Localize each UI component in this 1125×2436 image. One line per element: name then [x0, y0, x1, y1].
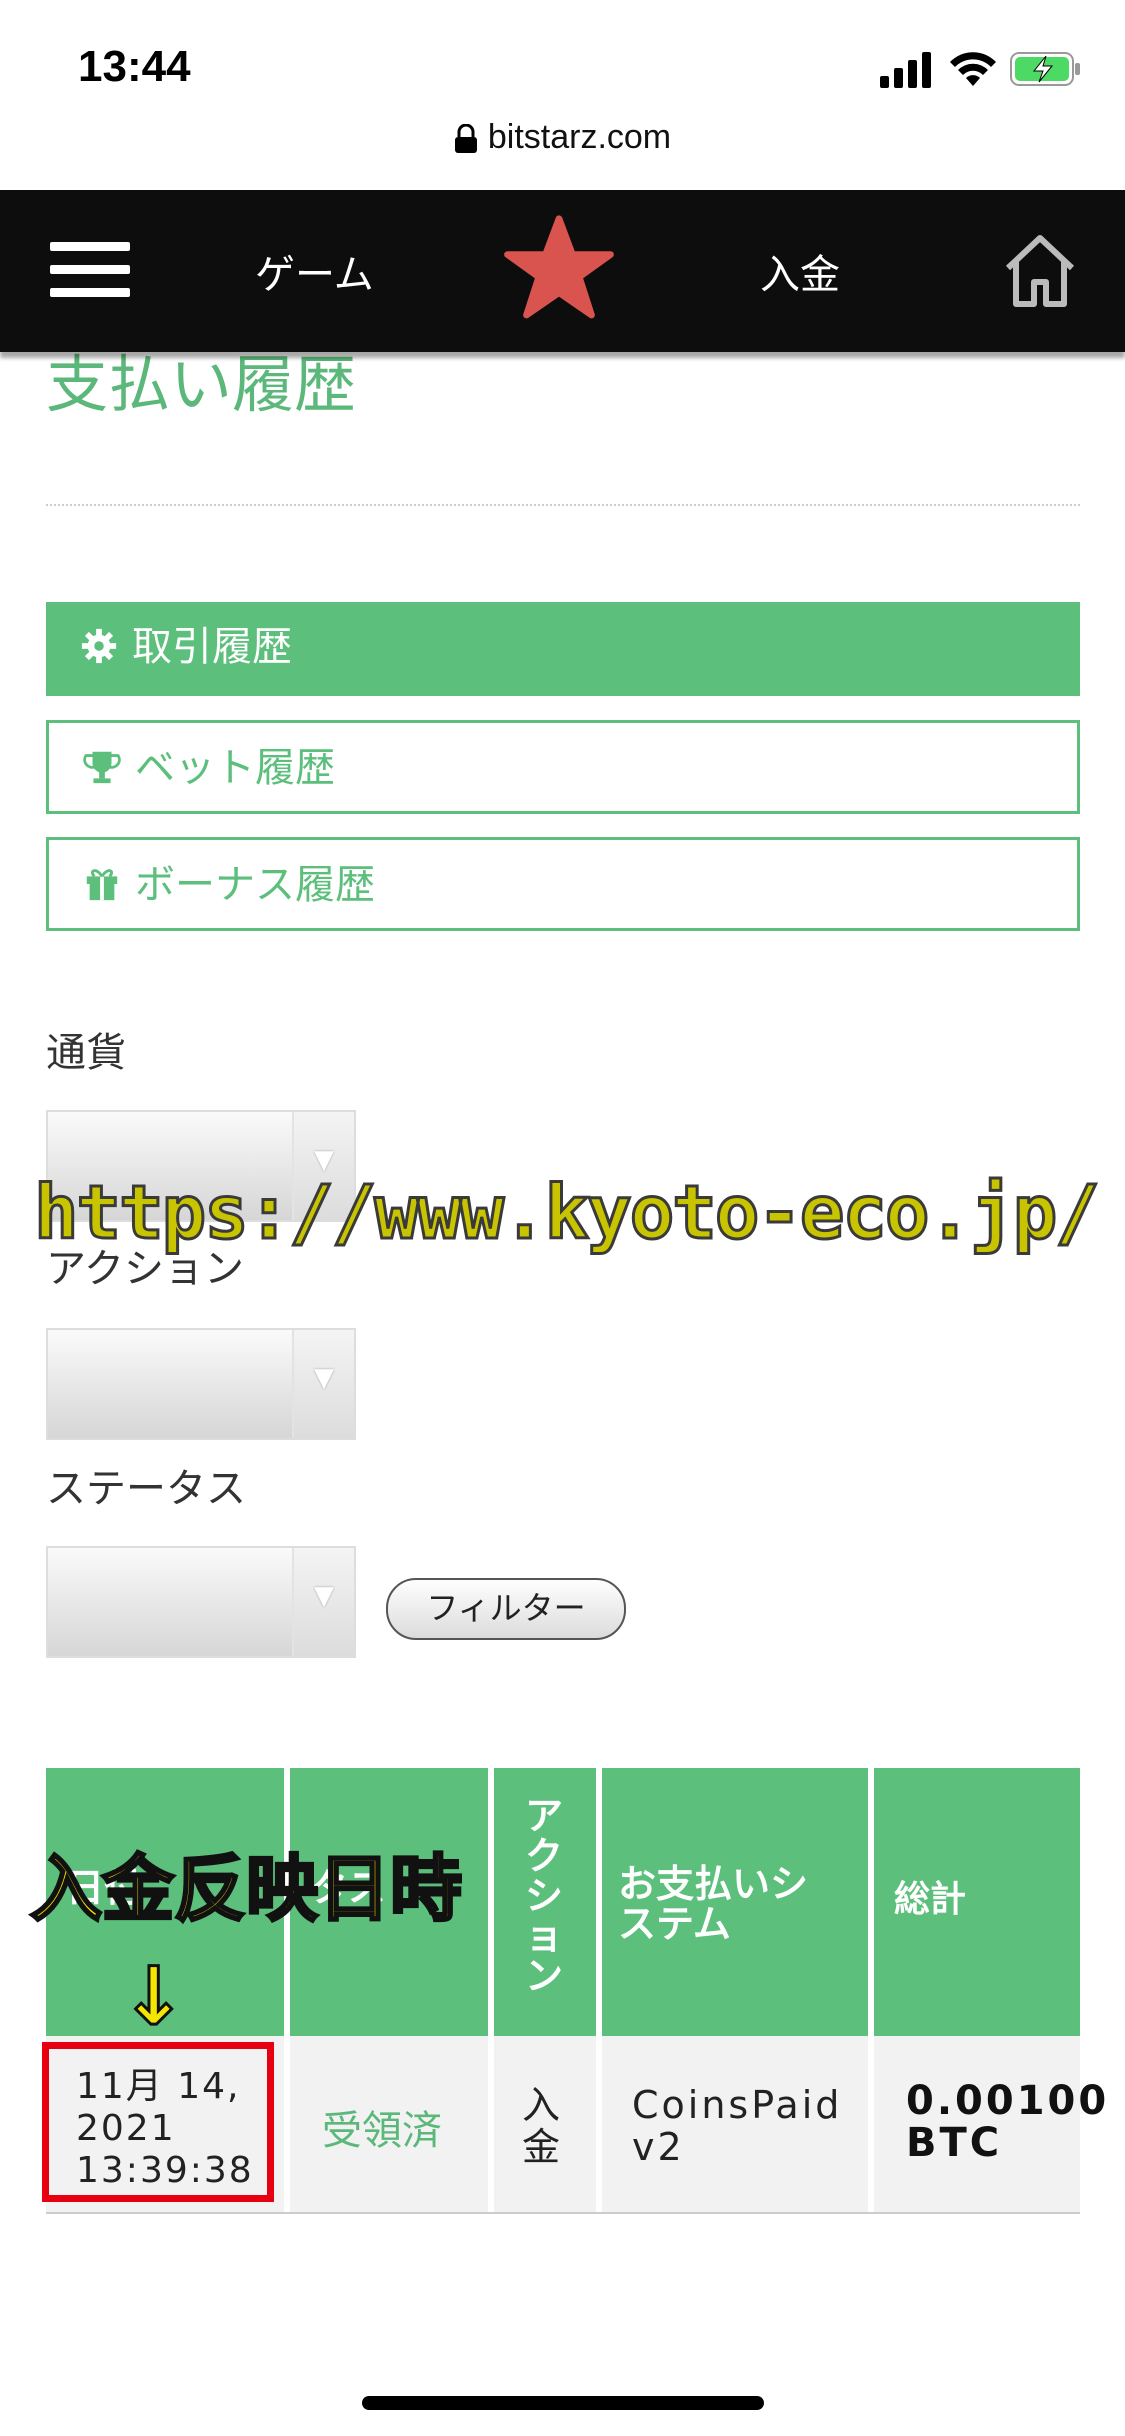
action-select[interactable]: ▼	[46, 1328, 356, 1440]
status-select[interactable]: ▼	[46, 1546, 356, 1658]
home-icon[interactable]	[1000, 230, 1080, 310]
tab-label: 取引履歴	[132, 624, 292, 670]
table-header-action[interactable]: アクション	[494, 1768, 596, 2036]
nav-game-link[interactable]: ゲーム	[255, 242, 374, 300]
table-row-divider	[46, 2212, 1080, 2214]
divider	[46, 504, 1080, 506]
battery-charging-icon	[1010, 52, 1080, 86]
filter-button[interactable]: フィルター	[386, 1578, 626, 1640]
top-navbar: ゲーム 入金	[0, 190, 1125, 352]
tab-label: ベット履歴	[135, 745, 335, 791]
chevron-down-icon: ▼	[292, 1548, 354, 1656]
status-bar: 13:44 bitstarz.com	[0, 0, 1125, 156]
highlight-box	[42, 2042, 274, 2202]
row-status: 受領済	[322, 2108, 442, 2154]
tab-label: ボーナス履歴	[135, 862, 375, 908]
tab-transaction-history[interactable]: 取引履歴	[46, 602, 1080, 696]
trophy-icon	[83, 751, 121, 784]
chevron-down-icon: ▼	[292, 1330, 354, 1438]
tab-bet-history[interactable]: ベット履歴	[46, 720, 1080, 814]
star-logo-icon[interactable]	[503, 212, 615, 324]
page-title: 支払い履歴	[46, 348, 357, 421]
gear-icon	[81, 628, 117, 664]
gift-icon	[86, 869, 118, 901]
wifi-icon	[950, 52, 996, 86]
annotation-label: 入金反映日時	[28, 1846, 463, 1933]
cellular-signal-icon	[880, 52, 931, 88]
row-total: 0.00100 BTC	[906, 2078, 1110, 2166]
row-payment-system: CoinsPaid v2	[632, 2083, 843, 2169]
watermark-url: https://www.kyoto-eco.jp/	[33, 1169, 1102, 1258]
tab-bonus-history[interactable]: ボーナス履歴	[46, 837, 1080, 931]
lock-icon	[454, 124, 477, 154]
url-domain: bitstarz.com	[487, 118, 672, 156]
home-indicator[interactable]	[362, 2396, 764, 2410]
row-action: 入 金	[522, 2083, 561, 2169]
status-label: ステータス	[46, 1466, 246, 1512]
nav-deposit-link[interactable]: 入金	[760, 242, 840, 300]
table-header-payment-system[interactable]: お支払いシ ステム	[602, 1768, 868, 2036]
url-bar[interactable]: bitstarz.com	[0, 118, 1125, 170]
status-time: 13:44	[78, 42, 191, 91]
menu-icon[interactable]	[50, 242, 130, 300]
header-action-text: アクション	[524, 1794, 563, 1998]
currency-label: 通貨	[46, 1030, 126, 1076]
header-total-text: 総計	[894, 1879, 967, 1920]
annotation-arrow: ↓	[118, 1949, 188, 2045]
header-system-text: お支払いシ ステム	[618, 1862, 809, 1946]
table-header-total[interactable]: 総計	[874, 1768, 1080, 2036]
